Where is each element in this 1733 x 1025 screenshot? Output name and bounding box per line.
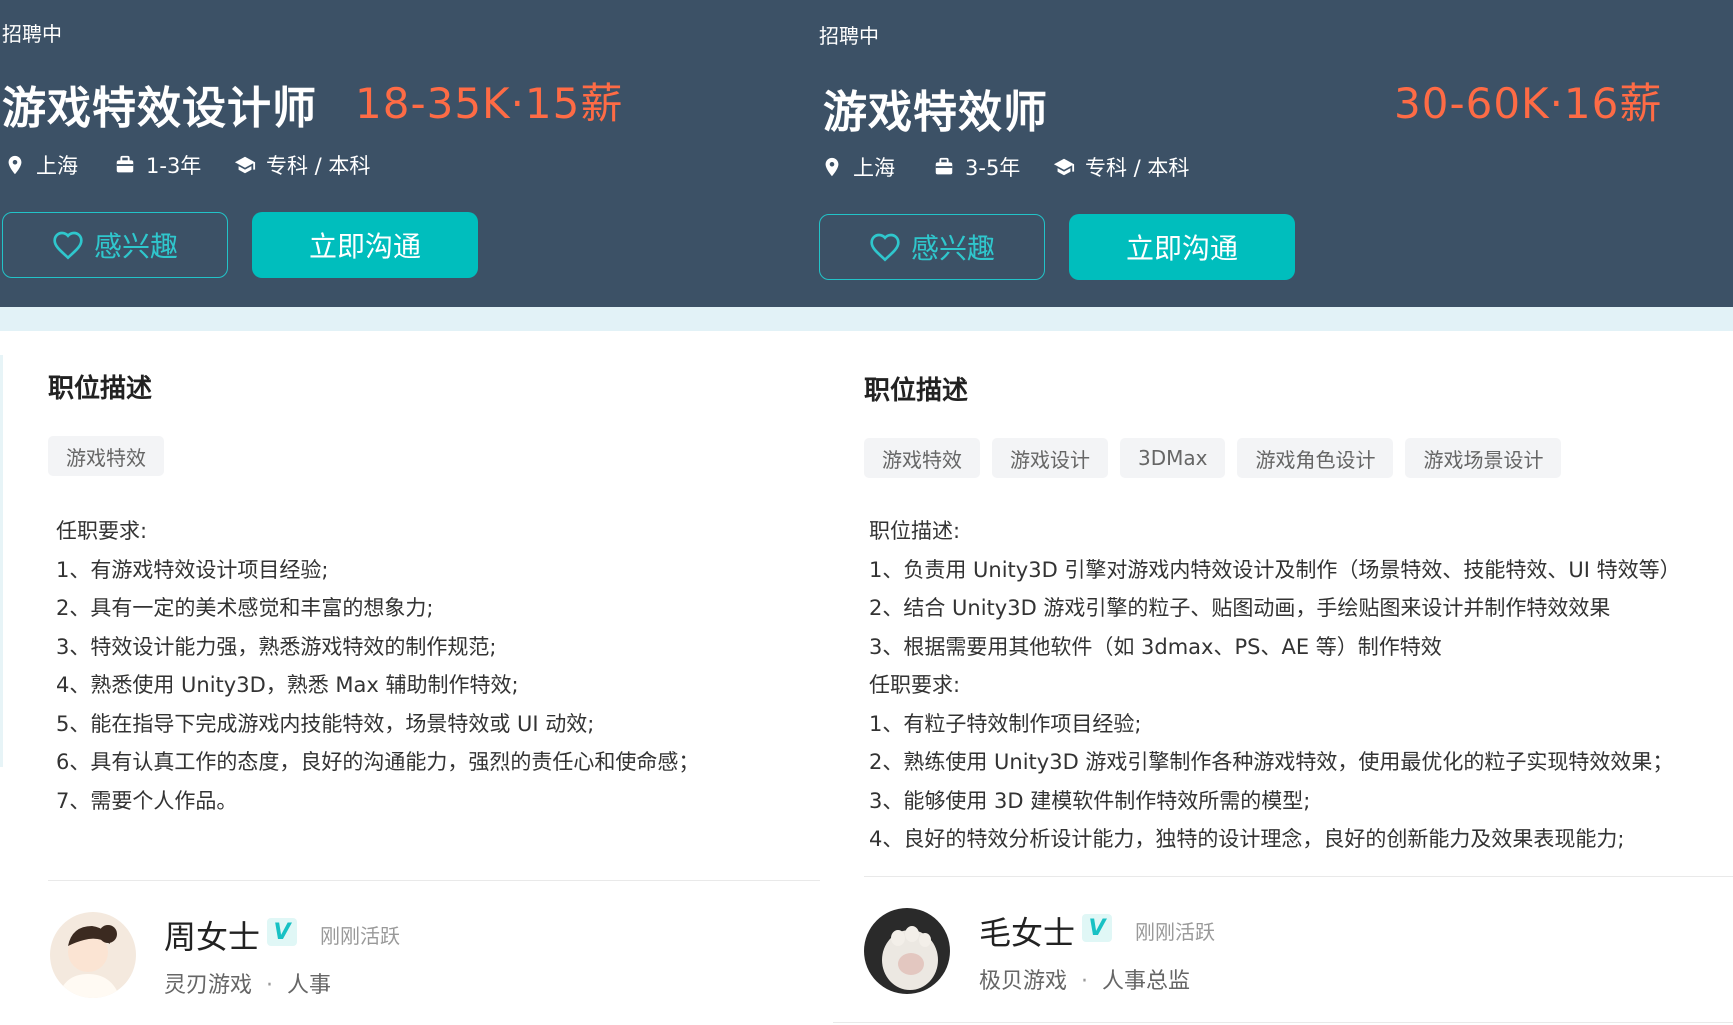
skill-tag[interactable]: 游戏设计 [992,438,1108,478]
description-line: 5、能在指导下完成游戏内技能特效，场景特效或 UI 动效; [56,711,595,736]
skill-tags: 游戏特效 [48,436,164,476]
job-card-left: 招聘中 游戏特效设计师 18-35K·15薪 上海 1-3年 专科 / 本科 感… [0,0,820,1025]
recruiter-name: 周女士 [164,918,261,956]
description-line: 3、特效设计能力强，熟悉游戏特效的制作规范; [56,634,497,659]
description-line: 1、有游戏特效设计项目经验; [56,557,329,582]
job-salary: 30-60K·16薪 [1394,79,1663,128]
recruiter-avatar[interactable] [864,908,950,994]
description-line: 2、具有一定的美术感觉和丰富的想象力; [56,596,434,620]
description-line: 4、熟悉使用 Unity3D，熟悉 Max 辅助制作特效; [56,673,519,697]
description-line: 1、负责用 Unity3D 引擎对游戏内特效设计及制作（场景特效、技能特效、UI… [869,557,1681,582]
job-salary: 18-35K·15薪 [355,79,624,128]
description-line: 2、熟练使用 Unity3D 游戏引擎制作各种游戏特效，使用最优化的粒子实现特效… [869,750,1674,774]
education-label: 专科 / 本科 [1085,156,1190,180]
verified-icon: V [267,918,297,946]
skill-tags: 游戏特效 游戏设计 3DMax 游戏角色设计 游戏场景设计 [864,438,1562,478]
skill-tag[interactable]: 3DMax [1120,438,1226,478]
graduation-cap-icon [234,154,256,176]
job-location: 上海 [821,152,895,182]
description-line: 职位描述: [869,519,961,543]
skill-tag[interactable]: 游戏场景设计 [1405,438,1562,478]
job-header: 招聘中 游戏特效设计师 18-35K·15薪 上海 1-3年 专科 / 本科 感… [0,0,820,307]
heart-icon [53,231,83,260]
briefcase-icon [114,154,136,176]
section-title: 职位描述 [48,374,153,404]
job-title: 游戏特效师 [823,87,1048,138]
description-line: 2、结合 Unity3D 游戏引擎的粒子、贴图动画，手绘贴图来设计并制作特效效果 [869,596,1611,620]
job-header: 招聘中 游戏特效师 30-60K·16薪 上海 3-5年 专科 / 本科 感兴趣… [817,0,1733,307]
job-experience: 1-3年 [114,150,201,180]
location-icon [821,156,843,178]
heart-icon [870,233,900,262]
description-line: 1、有粒子特效制作项目经验; [869,711,1142,736]
job-status: 招聘中 [819,24,879,48]
graduation-cap-icon [1053,156,1075,178]
description-line: 任职要求: [56,519,148,543]
job-status: 招聘中 [2,22,62,46]
recruiter-company: 极贝游戏 · 人事总监 [979,963,1190,995]
interest-button[interactable]: 感兴趣 [2,212,228,278]
header-strip [817,307,1733,331]
active-status: 刚刚活跃 [1135,920,1215,944]
section-title: 职位描述 [864,376,969,406]
job-education: 专科 / 本科 [1053,152,1189,182]
recruiter-name: 毛女士 [979,914,1076,952]
interest-label: 感兴趣 [910,232,995,265]
chat-now-button[interactable]: 立即沟通 [252,212,478,278]
job-card-right: 招聘中 游戏特效师 30-60K·16薪 上海 3-5年 专科 / 本科 感兴趣… [817,0,1733,1025]
experience-label: 3-5年 [965,156,1021,180]
experience-label: 1-3年 [146,154,202,178]
skill-tag[interactable]: 游戏特效 [48,436,164,476]
separator: · [266,973,274,998]
chat-now-button[interactable]: 立即沟通 [1069,214,1295,280]
description-line: 任职要求: [869,673,961,697]
company-name: 灵刃游戏 [164,973,253,998]
description-line: 3、能够使用 3D 建模软件制作特效所需的模型; [869,788,1311,813]
location-label: 上海 [36,154,78,178]
interest-button[interactable]: 感兴趣 [819,214,1045,280]
job-title: 游戏特效设计师 [2,83,317,134]
skill-tag[interactable]: 游戏角色设计 [1237,438,1394,478]
description-line: 6、具有认真工作的态度，良好的沟通能力，强烈的责任心和使命感； [56,750,700,774]
job-description: 职位描述: 1、负责用 Unity3D 引擎对游戏内特效设计及制作（场景特效、技… [869,512,1681,859]
location-icon [4,154,26,176]
briefcase-icon [933,156,955,178]
company-name: 极贝游戏 [979,969,1068,994]
active-status: 刚刚活跃 [320,924,400,948]
education-label: 专科 / 本科 [266,154,371,178]
description-line: 3、根据需要用其他软件（如 3dmax、PS、AE 等）制作特效 [869,634,1442,659]
job-description: 任职要求: 1、有游戏特效设计项目经验; 2、具有一定的美术感觉和丰富的想象力;… [56,512,699,820]
description-line: 4、良好的特效分析设计能力，独特的设计理念，良好的创新能力及效果表现能力; [869,827,1625,851]
recruiter-role: 人事 [287,973,332,998]
bottom-divider [833,1022,1733,1023]
divider [864,876,1733,877]
description-line: 7、需要个人作品。 [56,788,238,813]
header-strip [0,307,820,331]
recruiter-avatar[interactable] [50,912,136,998]
job-location: 上海 [4,150,78,180]
location-label: 上海 [853,156,895,180]
job-experience: 3-5年 [933,152,1020,182]
skill-tag[interactable]: 游戏特效 [864,438,980,478]
recruiter-role: 人事总监 [1102,969,1191,994]
verified-mark: V [273,919,291,945]
separator: · [1081,969,1089,994]
divider [48,880,820,881]
panel-accent-bar [0,355,3,767]
verified-icon: V [1082,914,1112,942]
recruiter-company: 灵刃游戏 · 人事 [164,967,331,999]
interest-label: 感兴趣 [93,230,178,263]
verified-mark: V [1088,915,1106,941]
job-education: 专科 / 本科 [234,150,370,180]
